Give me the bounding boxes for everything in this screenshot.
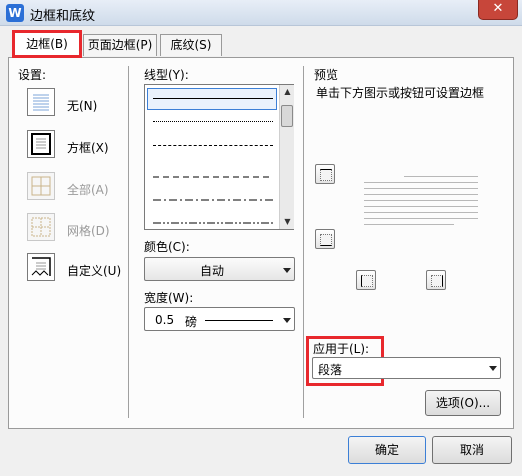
setting-grid-icon bbox=[27, 213, 55, 241]
left-border-button[interactable] bbox=[356, 270, 376, 290]
chevron-down-icon bbox=[283, 268, 291, 273]
setting-box-icon[interactable] bbox=[27, 130, 55, 158]
style-listbox[interactable]: ▲ ▼ bbox=[144, 84, 294, 230]
style-selected-item[interactable] bbox=[147, 88, 277, 110]
setting-all-label: 全部(A) bbox=[67, 183, 109, 197]
chevron-down-icon bbox=[283, 318, 291, 323]
grid-borders-icon bbox=[31, 217, 51, 237]
title-bar: W 边框和底纹 ✕ bbox=[0, 0, 522, 26]
setting-box-label[interactable]: 方框(X) bbox=[67, 139, 109, 156]
dialog-window: W 边框和底纹 ✕ 边框(B) 页面边框(P) 底纹(S) 设置: 无(N) 方… bbox=[0, 0, 522, 476]
all-borders-icon bbox=[31, 176, 51, 196]
style-option-dotted[interactable] bbox=[153, 121, 273, 122]
setting-custom-label[interactable]: 自定义(U) bbox=[67, 262, 121, 279]
color-dropdown[interactable]: 自动 bbox=[144, 257, 295, 281]
setting-custom-icon[interactable] bbox=[27, 253, 55, 281]
preview-heading: 预览 bbox=[314, 68, 339, 82]
style-scrollbar[interactable]: ▲ ▼ bbox=[279, 85, 294, 229]
style-option-solid[interactable] bbox=[153, 98, 273, 99]
divider-right bbox=[303, 66, 304, 418]
scroll-thumb[interactable] bbox=[281, 105, 293, 127]
chevron-down-icon bbox=[489, 366, 497, 371]
close-button[interactable]: ✕ bbox=[478, 0, 518, 20]
scroll-down-icon[interactable]: ▼ bbox=[280, 215, 295, 229]
top-border-icon bbox=[320, 169, 332, 181]
width-line-sample bbox=[205, 320, 273, 321]
color-value: 自动 bbox=[199, 264, 224, 278]
style-label: 线型(Y): bbox=[144, 68, 189, 82]
ok-button[interactable]: 确定 bbox=[348, 436, 426, 464]
scroll-up-icon[interactable]: ▲ bbox=[280, 85, 295, 99]
custom-border-icon bbox=[31, 257, 51, 276]
bottom-border-button[interactable] bbox=[315, 229, 335, 249]
settings-heading: 设置: bbox=[18, 68, 47, 82]
style-option-dashed[interactable] bbox=[153, 167, 273, 178]
tab-shading[interactable]: 底纹(S) bbox=[160, 34, 222, 56]
preview-hint: 单击下方图示或按钮可设置边框 bbox=[316, 86, 485, 100]
cancel-button[interactable]: 取消 bbox=[432, 436, 512, 464]
preview-area[interactable] bbox=[364, 176, 478, 240]
wps-writer-icon: W bbox=[6, 4, 24, 22]
style-option-dashed-small[interactable] bbox=[153, 145, 273, 146]
width-unit: 磅 bbox=[185, 315, 198, 329]
tab-border[interactable]: 边框(B) bbox=[12, 30, 82, 58]
apply-to-value: 段落 bbox=[318, 363, 343, 377]
apply-to-dropdown[interactable]: 段落 bbox=[312, 357, 501, 379]
box-border-icon bbox=[31, 133, 51, 155]
no-border-icon bbox=[33, 94, 49, 111]
tab-page-border[interactable]: 页面边框(P) bbox=[83, 34, 157, 56]
style-option-dash-dot[interactable] bbox=[153, 190, 273, 201]
width-value: 0.5 bbox=[155, 313, 175, 327]
width-label: 宽度(W): bbox=[144, 291, 194, 305]
options-button[interactable]: 选项(O)... bbox=[425, 390, 501, 416]
style-option-dash-dot-dot[interactable] bbox=[153, 213, 273, 224]
setting-none-icon[interactable] bbox=[27, 88, 55, 116]
setting-all-icon bbox=[27, 172, 55, 200]
window-title: 边框和底纹 bbox=[30, 9, 96, 24]
left-border-icon bbox=[361, 275, 373, 287]
top-border-button[interactable] bbox=[315, 164, 335, 184]
color-label: 颜色(C): bbox=[144, 240, 190, 254]
right-border-button[interactable] bbox=[426, 270, 446, 290]
right-border-icon bbox=[431, 275, 443, 287]
width-dropdown[interactable]: 0.5 磅 bbox=[144, 307, 295, 331]
apply-to-label: 应用于(L): bbox=[313, 342, 370, 356]
setting-none-label[interactable]: 无(N) bbox=[67, 97, 97, 114]
divider-left bbox=[128, 66, 129, 418]
setting-grid-label: 网格(D) bbox=[67, 224, 110, 238]
bottom-border-icon bbox=[320, 234, 332, 246]
